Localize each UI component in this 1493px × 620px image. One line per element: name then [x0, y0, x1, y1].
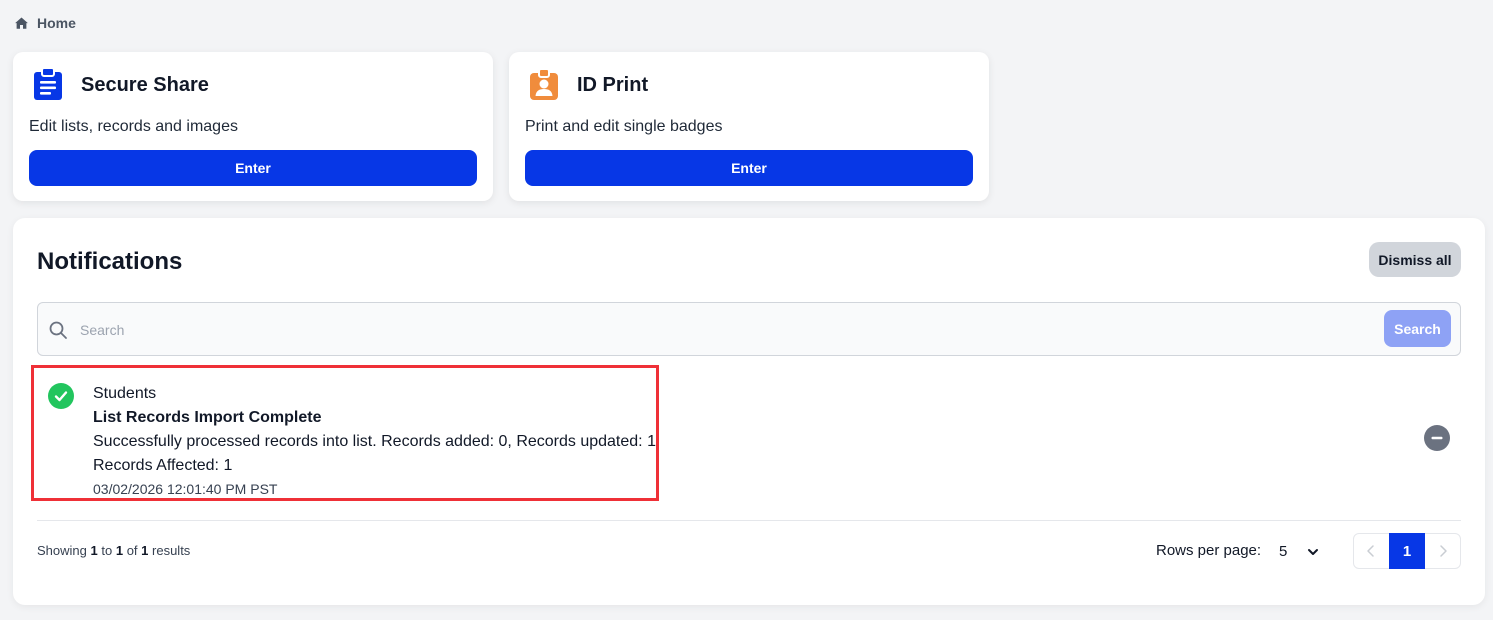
- next-page-button[interactable]: [1425, 534, 1460, 568]
- notifications-search-bar: Search: [37, 302, 1461, 356]
- chevron-left-icon: [1367, 545, 1375, 557]
- showing-to: 1: [115, 543, 124, 558]
- chevron-right-icon: [1439, 545, 1447, 557]
- secure-share-description: Edit lists, records and images: [29, 118, 238, 135]
- pagination: 1: [1353, 533, 1461, 569]
- chevron-down-icon: [1308, 548, 1319, 555]
- notification-message: Successfully processed records into list…: [93, 433, 656, 450]
- results-summary: Showing 1 to 1 of 1 results: [37, 543, 190, 558]
- search-icon: [49, 321, 67, 339]
- breadcrumb: Home: [14, 15, 76, 31]
- showing-prefix: Showing: [37, 543, 87, 558]
- showing-from: 1: [90, 543, 98, 558]
- home-icon[interactable]: [14, 16, 29, 31]
- id-badge-icon: [530, 68, 558, 100]
- showing-results-word: results: [152, 543, 191, 558]
- check-circle-icon: [48, 383, 74, 409]
- rows-per-page-label: Rows per page:: [1156, 542, 1262, 559]
- dismiss-all-button[interactable]: Dismiss all: [1369, 242, 1461, 277]
- rows-per-page-select[interactable]: 5: [1279, 543, 1319, 560]
- secure-share-title: Secure Share: [81, 74, 209, 96]
- id-print-enter-button[interactable]: Enter: [525, 150, 973, 186]
- showing-to-word: to: [101, 543, 113, 558]
- search-input[interactable]: [78, 315, 1372, 345]
- notifications-panel: Notifications Dismiss all Search Student…: [13, 218, 1485, 605]
- divider: [37, 520, 1461, 521]
- clipboard-list-icon: [34, 67, 62, 100]
- notification-item: Students List Records Import Complete Su…: [31, 365, 1461, 520]
- id-print-card: ID Print Print and edit single badges En…: [509, 52, 989, 201]
- notification-title: List Records Import Complete: [93, 409, 322, 426]
- secure-share-enter-button[interactable]: Enter: [29, 150, 477, 186]
- prev-page-button[interactable]: [1354, 534, 1389, 568]
- notification-timestamp: 03/02/2026 12:01:40 PM PST: [93, 481, 278, 497]
- notification-affected: Records Affected: 1: [93, 457, 233, 474]
- id-print-title: ID Print: [577, 74, 649, 96]
- rows-per-page-value: 5: [1279, 543, 1288, 560]
- showing-total: 1: [141, 543, 149, 558]
- current-page-button[interactable]: 1: [1388, 533, 1426, 569]
- notification-list-name: Students: [93, 385, 157, 402]
- notifications-title: Notifications: [37, 248, 183, 275]
- dismiss-notification-icon[interactable]: [1424, 425, 1450, 451]
- breadcrumb-home-link[interactable]: Home: [37, 15, 76, 31]
- notification-content: Students List Records Import Complete Su…: [93, 382, 656, 498]
- id-print-description: Print and edit single badges: [525, 118, 723, 135]
- search-button[interactable]: Search: [1384, 310, 1451, 347]
- secure-share-card: Secure Share Edit lists, records and ima…: [13, 52, 493, 201]
- showing-of-word: of: [126, 543, 138, 558]
